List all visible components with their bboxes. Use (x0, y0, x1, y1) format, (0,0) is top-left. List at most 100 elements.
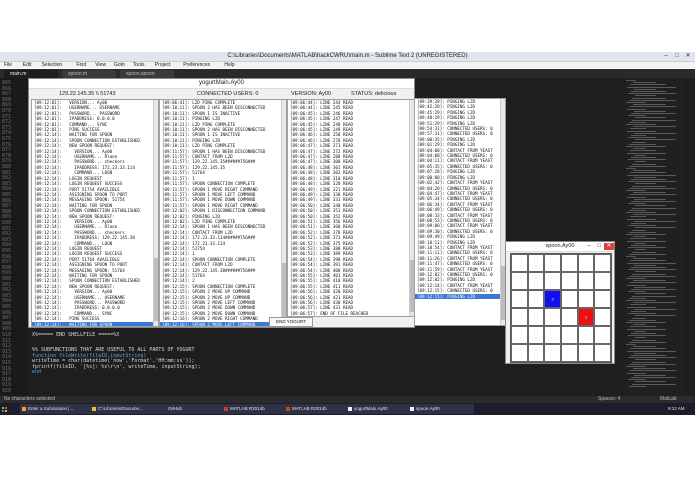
minimap-line (633, 368, 666, 370)
grid-cell[interactable] (577, 290, 595, 308)
minimap-line (632, 229, 646, 231)
menu-item-preferences[interactable]: Preferences (183, 62, 210, 68)
log-1-scrollbar[interactable] (153, 100, 158, 326)
minimap-line (631, 223, 646, 224)
close-button[interactable]: ✕ (683, 53, 693, 60)
taskbar-item[interactable]: MATLAB R2014b (222, 404, 288, 414)
minimap-line (630, 304, 646, 306)
minimap[interactable] (624, 78, 684, 396)
taskbar-clock[interactable]: 9:12 AM (668, 404, 694, 414)
grid-cell[interactable] (544, 308, 561, 326)
log-line[interactable]: [09:09:00]: CONTACT FROM YEAST (415, 223, 505, 228)
grid-cell[interactable] (527, 344, 545, 362)
minimap-line (628, 93, 676, 95)
tab-main[interactable]: main.m (4, 70, 58, 78)
end-yogurt-button[interactable]: END YOGURT (269, 317, 313, 327)
menu-item-file[interactable]: File (4, 62, 12, 68)
menu-item-selection[interactable]: Selection (42, 62, 63, 68)
taskbar-item[interactable]: MATLAB R2014b (284, 404, 350, 414)
spoon-close-button[interactable]: ✕ (604, 243, 614, 250)
app-icon (162, 407, 166, 411)
grid-cell[interactable] (560, 290, 578, 308)
menu-item-view[interactable]: View (95, 62, 106, 68)
taskbar-item[interactable]: yogurtMain.Ay00 (346, 404, 412, 414)
grid-cell[interactable] (594, 254, 611, 272)
grid-cell[interactable] (511, 344, 528, 362)
grid-cell[interactable] (511, 290, 528, 308)
grid-cell[interactable] (577, 272, 595, 290)
log-line[interactable]: [09:12:14]: WAITING FOR SPOON (32, 321, 158, 326)
spoon-minimize-button[interactable]: – (584, 243, 594, 250)
spoon-2-marker[interactable]: 2 (544, 290, 561, 308)
grid-cell[interactable] (544, 272, 561, 290)
menu-item-help[interactable]: Help (224, 62, 234, 68)
grid-cell[interactable] (560, 344, 578, 362)
taskbar-item[interactable]: C:\Libraries\Docume... (90, 404, 164, 414)
grid-cell[interactable] (527, 272, 545, 290)
grid-cell[interactable] (560, 308, 578, 326)
grid-cell[interactable] (544, 254, 561, 272)
grid-cell[interactable] (594, 308, 611, 326)
grid-cell[interactable] (594, 290, 611, 308)
grid-cell[interactable] (544, 326, 561, 344)
taskbar-item[interactable]: Enter a Submission | ... (20, 404, 94, 414)
log-panel-1[interactable]: [09:12:01]: VERSION... Ay00 [09:12:01]: U… (31, 99, 159, 327)
log-line[interactable]: [09:12:15]: PINGING L2D (415, 293, 505, 300)
minimap-line (629, 319, 656, 321)
grid-cell[interactable] (511, 254, 528, 272)
log-line[interactable]: [09:06:49]: CONNECTED USERS: 0 (415, 207, 505, 212)
log-line[interactable]: [09:02:42]: CONTACT FROM YEAST (415, 180, 505, 185)
grid-cell[interactable] (527, 308, 545, 326)
log-line[interactable]: [09:11:47]: CONNECTED USERS: 0 (415, 261, 505, 266)
grid-cell[interactable] (594, 344, 611, 362)
menu-item-project[interactable]: Project (155, 62, 171, 68)
log-panel-2[interactable]: [09:06:41]: L2D PING COMPLETE [09:10:11]:… (159, 99, 287, 327)
log-line[interactable]: [09:12:15]: CONNECTED USERS: 0 (415, 288, 505, 293)
log-line[interactable]: [09:12:16]: SPOON 2 MOVE LEFT COMMAND (160, 321, 286, 326)
grid-cell[interactable] (594, 326, 611, 344)
windows-icon (2, 407, 7, 412)
grid-cell[interactable] (560, 272, 578, 290)
menu-item-tools[interactable]: Tools (133, 62, 145, 68)
spoon-grid[interactable]: 21 (510, 253, 612, 363)
log-line[interactable]: [09:11:11]: CONNECTED USERS: 0 (415, 250, 505, 255)
minimap-line (633, 258, 656, 260)
taskbar-item[interactable]: GitHub (160, 404, 226, 414)
minimap-line (629, 231, 656, 233)
grid-cell[interactable] (527, 290, 545, 308)
grid-cell[interactable] (577, 254, 595, 272)
status-selection: Ns characters selected (4, 396, 55, 402)
log-panel-4[interactable]: [09:39:28]: PINGING L2D [09:42:28]: PINGI… (414, 98, 506, 326)
grid-cell[interactable] (511, 272, 528, 290)
minimize-button[interactable]: – (661, 53, 671, 60)
status-syntax[interactable]: MatLab (660, 396, 677, 403)
grid-cell[interactable] (594, 272, 611, 290)
log-2-scrollbar[interactable] (281, 100, 286, 326)
grid-cell[interactable] (527, 254, 545, 272)
tab-spoon-spoon[interactable]: spoon.spoon (120, 70, 174, 78)
menu-item-goto[interactable]: Goto (114, 62, 125, 68)
log-line[interactable]: [09:12:14]: SPOON CONNECTION ESTABLISHED (32, 208, 158, 213)
menu-item-find[interactable]: Find (76, 62, 86, 68)
line-number-gutter: 865 866 867 868 869 870 871 872 873 874 875 876 877 8… (0, 78, 28, 396)
log-line[interactable]: [09:05:34]: CONNECTED USERS: 0 (415, 196, 505, 201)
grid-cell[interactable] (577, 344, 595, 362)
taskbar-item[interactable]: spoon.Ay00 (408, 404, 474, 414)
start-button[interactable] (0, 404, 9, 414)
menu-item-edit[interactable]: Edit (23, 62, 32, 68)
grid-cell[interactable] (577, 326, 595, 344)
grid-cell[interactable] (544, 344, 561, 362)
grid-cell[interactable] (527, 326, 545, 344)
maximize-button[interactable]: □ (672, 53, 682, 60)
grid-cell[interactable] (560, 254, 578, 272)
grid-cell[interactable] (560, 326, 578, 344)
status-spaces[interactable]: Spaces: 4 (598, 396, 620, 403)
minimap-line (632, 185, 666, 187)
grid-cell[interactable] (511, 308, 528, 326)
tab-spoon[interactable]: spoon.m (62, 70, 116, 78)
log-panel-3[interactable]: [09:06:44]: LINE 244 READ [09:06:44]: LIN… (287, 99, 415, 317)
spoon-1-marker[interactable]: 1 (577, 308, 595, 326)
minimap-line (626, 366, 646, 367)
spoon-maximize-button[interactable]: □ (594, 243, 604, 250)
grid-cell[interactable] (511, 326, 528, 344)
